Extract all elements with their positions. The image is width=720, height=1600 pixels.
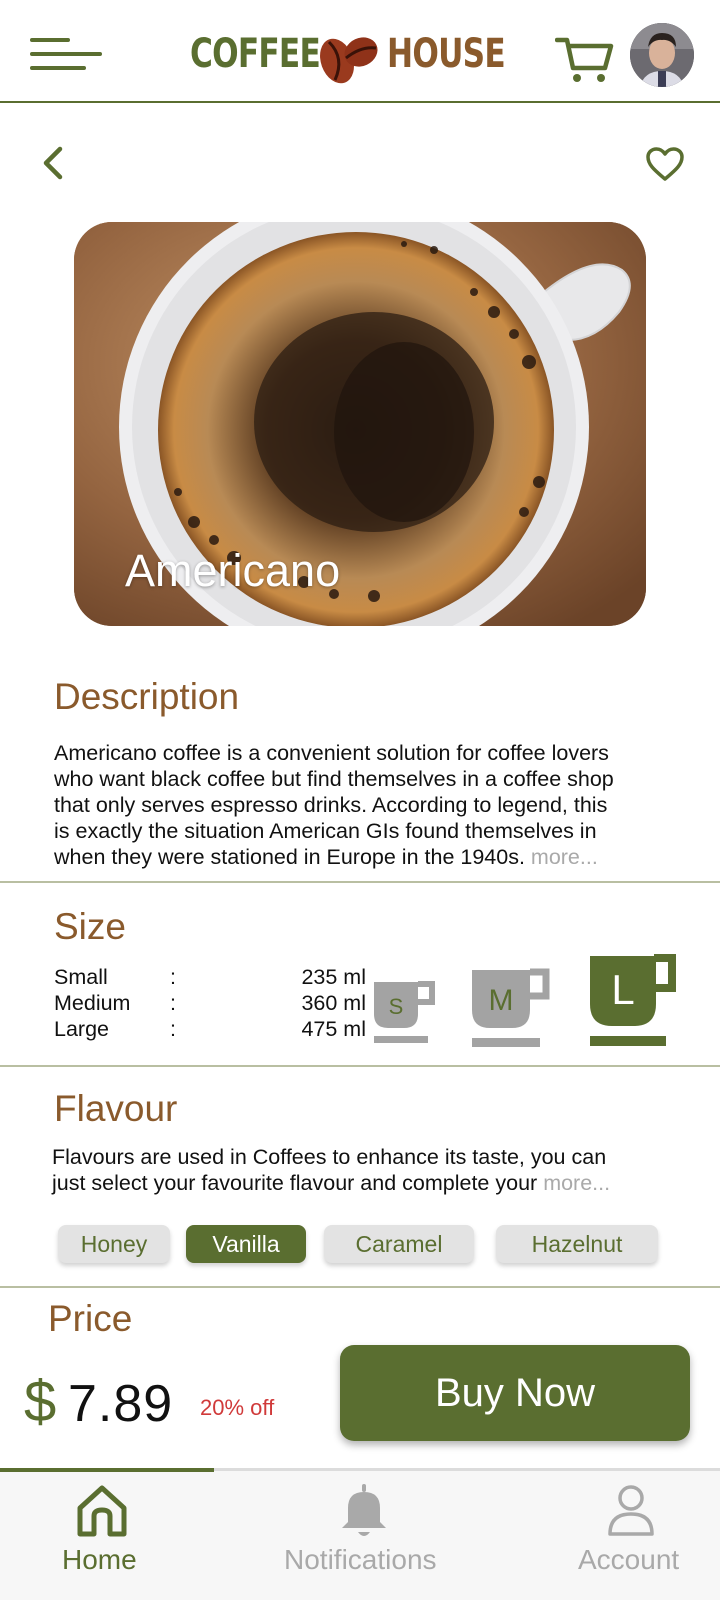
hamburger-menu-icon[interactable] [30, 38, 102, 72]
description-title: Description [54, 676, 240, 717]
nav-item-notifications[interactable]: Notifications [282, 1482, 462, 1592]
divider [0, 1286, 720, 1288]
size-medium-cup-button[interactable]: M [470, 968, 550, 1050]
divider [0, 881, 720, 883]
heart-icon[interactable] [645, 146, 685, 182]
description-text: Americano coffee is a convenient solutio… [54, 740, 694, 870]
bottom-nav: Home Notifications Account [0, 1468, 720, 1600]
nav-label-account: Account [578, 1544, 680, 1575]
cart-icon[interactable] [555, 34, 615, 84]
flavour-more-link[interactable]: more... [543, 1171, 610, 1195]
nav-item-home[interactable]: Home [40, 1482, 180, 1592]
size-label: Small [54, 965, 108, 989]
size-large-cup-button[interactable]: L [588, 954, 678, 1048]
description-line: who want black coffee but find themselve… [54, 767, 614, 791]
flavour-chip-vanilla[interactable]: Vanilla [186, 1225, 306, 1263]
size-value: 475 ml [301, 1017, 366, 1041]
cup-letter: L [611, 966, 634, 1013]
cup-letter: S [389, 994, 404, 1019]
size-value: 360 ml [301, 991, 366, 1015]
description-line: that only serves espresso drinks. Accord… [54, 793, 608, 817]
size-small-cup-button[interactable]: S [372, 980, 436, 1048]
flavour-chip-honey[interactable]: Honey [58, 1225, 170, 1263]
product-name: Americano [125, 545, 341, 596]
bell-icon [342, 1484, 386, 1536]
app-header: COFFEE HOUSE [0, 0, 720, 103]
description-line: when they were stationed in Europe in th… [54, 845, 525, 869]
size-value: 235 ml [301, 965, 366, 989]
user-portrait-icon [630, 23, 694, 87]
back-chevron-icon[interactable] [38, 145, 68, 181]
nav-label-home: Home [62, 1544, 137, 1575]
price-amount: 7.89 [68, 1375, 174, 1433]
divider [0, 1065, 720, 1067]
description-more-link[interactable]: more... [531, 845, 598, 869]
size-row-large: Large : 475 ml [54, 1016, 366, 1042]
flavour-title: Flavour [54, 1088, 178, 1129]
flavour-text: Flavours are used in Coffees to enhance … [52, 1144, 702, 1196]
nav-item-account[interactable]: Account [572, 1482, 712, 1592]
size-separator: : [170, 991, 176, 1015]
flavour-chip-caramel[interactable]: Caramel [324, 1225, 474, 1263]
size-table: Small : 235 ml Medium : 360 ml Large : 4… [54, 964, 366, 1042]
user-icon [608, 1485, 654, 1536]
price-title: Price [48, 1298, 133, 1339]
coffee-beans-icon [320, 37, 378, 84]
flavour-line: Flavours are used in Coffees to enhance … [52, 1145, 607, 1169]
avatar[interactable] [630, 23, 694, 87]
buy-now-button[interactable]: Buy Now [340, 1345, 690, 1441]
home-icon [77, 1485, 127, 1537]
logo-text-house: HOUSE [387, 31, 506, 77]
flavour-chip-hazelnut[interactable]: Hazelnut [496, 1225, 658, 1263]
flavour-line: just select your favourite flavour and c… [52, 1171, 538, 1195]
description-line: is exactly the situation American GIs fo… [54, 819, 597, 843]
nav-label-notifications: Notifications [284, 1544, 437, 1575]
size-title: Size [54, 906, 126, 947]
size-label: Large [54, 1017, 109, 1041]
nav-active-indicator [0, 1468, 214, 1472]
logo-text-coffee: COFFEE [190, 31, 321, 77]
size-row-small: Small : 235 ml [54, 964, 366, 990]
size-row-medium: Medium : 360 ml [54, 990, 366, 1016]
description-line: Americano coffee is a convenient solutio… [54, 741, 609, 765]
size-separator: : [170, 1017, 176, 1041]
cup-letter: M [489, 984, 514, 1017]
discount-badge: 20% off [200, 1395, 275, 1420]
currency-symbol: $ [24, 1369, 57, 1434]
size-label: Medium [54, 991, 131, 1015]
size-separator: : [170, 965, 176, 989]
